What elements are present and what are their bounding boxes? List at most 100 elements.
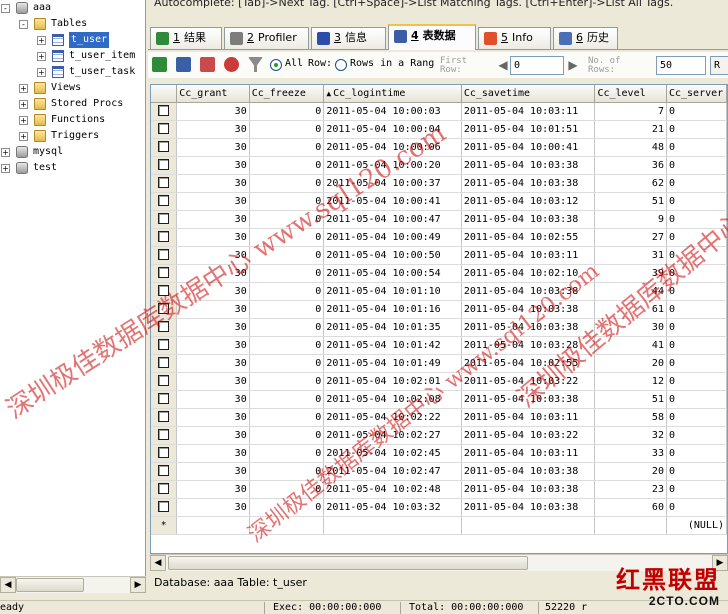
cell-cc-savetime[interactable]: 2011-05-04 10:03:11 [461, 246, 596, 265]
cell-cc-savetime[interactable]: 2011-05-04 10:03:11 [461, 444, 596, 463]
row-checkbox[interactable] [158, 429, 170, 441]
cell-cc-freeze[interactable]: 0 [249, 138, 325, 157]
cell-cc-server[interactable]: 0 [666, 192, 727, 211]
table-row[interactable]: 30 0 2011-05-04 10:03:32 2011-05-04 10:03:3… [151, 498, 727, 517]
cell-cc-logintime[interactable]: 2011-05-04 10:00:04 [323, 120, 462, 139]
column-header-cc-savetime[interactable]: Cc_savetime [461, 85, 596, 103]
cell-cc-level[interactable]: 32 [594, 426, 667, 445]
expand-icon[interactable]: + [1, 148, 10, 157]
expand-icon[interactable]: + [37, 52, 46, 61]
row-selector[interactable] [151, 282, 178, 301]
row-selector[interactable] [151, 426, 178, 445]
table-row[interactable]: 30 0 2011-05-04 10:00:50 2011-05-04 10:03:1… [151, 246, 727, 265]
cell-cc-logintime[interactable]: 2011-05-04 10:00:06 [323, 138, 462, 157]
cell-cc-freeze[interactable]: 0 [249, 480, 325, 499]
row-checkbox[interactable] [158, 141, 170, 153]
cell-cc-level[interactable]: 41 [594, 336, 667, 355]
cell-cc-logintime[interactable]: 2011-05-04 10:02:48 [323, 480, 462, 499]
cell-cc-logintime[interactable]: 2011-05-04 10:00:49 [323, 228, 462, 247]
insert-row-icon[interactable] [152, 57, 167, 72]
cell-cc-level[interactable]: 20 [594, 462, 667, 481]
cell-cc-savetime[interactable]: 2011-05-04 10:03:38 [461, 462, 596, 481]
cell-cc-freeze[interactable]: 0 [249, 444, 325, 463]
row-checkbox[interactable] [158, 447, 170, 459]
cell-cc-logintime[interactable]: 2011-05-04 10:02:27 [323, 426, 462, 445]
row-checkbox[interactable] [158, 375, 170, 387]
cell-cc-logintime[interactable]: 2011-05-04 10:00:37 [323, 174, 462, 193]
expand-icon[interactable]: + [19, 84, 28, 93]
table-row[interactable]: 30 0 2011-05-04 10:01:35 2011-05-04 10:03:3… [151, 318, 727, 337]
row-checkbox[interactable] [158, 483, 170, 495]
cell-cc-freeze[interactable]: 0 [249, 498, 325, 517]
table-row[interactable]: 30 0 2011-05-04 10:01:42 2011-05-04 10:03:2… [151, 336, 727, 355]
table-row[interactable]: 30 0 2011-05-04 10:01:10 2011-05-04 10:03:3… [151, 282, 727, 301]
row-selector[interactable] [151, 390, 178, 409]
table-row[interactable]: 30 0 2011-05-04 10:00:03 2011-05-04 10:03:1… [151, 102, 727, 121]
next-page-icon[interactable]: ▶ [566, 56, 580, 75]
cell-cc-level[interactable]: 9 [594, 210, 667, 229]
scrollbar-thumb[interactable] [168, 556, 528, 570]
cell-cc-freeze[interactable]: 0 [249, 264, 325, 283]
tree-item-stored-procs[interactable]: + Stored Procs [0, 96, 145, 112]
column-header-cc-freeze[interactable]: Cc_freeze [249, 85, 325, 103]
cell-cc-grant[interactable]: 30 [176, 336, 250, 355]
tree-item-t-user-item[interactable]: + t_user_item [0, 48, 145, 64]
cell-cc-server[interactable]: 0 [666, 462, 727, 481]
cell-cc-grant[interactable]: 30 [176, 156, 250, 175]
expand-icon[interactable]: + [37, 68, 46, 77]
tab-1[interactable]: 1 结果 [150, 27, 222, 49]
cell-cc-logintime[interactable]: 2011-05-04 10:01:35 [323, 318, 462, 337]
scroll-left-icon[interactable]: ◀ [150, 555, 166, 571]
cell-cc-savetime[interactable]: 2011-05-04 10:03:38 [461, 174, 596, 193]
collapse-icon[interactable]: - [19, 20, 28, 29]
table-row[interactable]: 30 0 2011-05-04 10:00:37 2011-05-04 10:03:3… [151, 174, 727, 193]
row-checkbox[interactable] [158, 267, 170, 279]
tab-6[interactable]: 6 历史 [553, 27, 618, 49]
cell-cc-savetime[interactable]: 2011-05-04 10:03:38 [461, 390, 596, 409]
cell-cc-grant[interactable]: 30 [176, 228, 250, 247]
cell-cc-freeze[interactable]: 0 [249, 120, 325, 139]
tree-horizontal-scrollbar[interactable]: ◀ ▶ [0, 576, 146, 593]
number-of-rows-input[interactable]: 50 [656, 56, 706, 75]
cell-cc-savetime[interactable]: 2011-05-04 10:03:38 [461, 498, 596, 517]
expand-icon[interactable]: + [19, 132, 28, 141]
cell-cc-grant[interactable]: 30 [176, 138, 250, 157]
cell-cc-logintime[interactable]: 2011-05-04 10:03:32 [323, 498, 462, 517]
cell-cc-logintime[interactable]: 2011-05-04 10:01:16 [323, 300, 462, 319]
row-checkbox[interactable] [158, 501, 170, 513]
cell-cc-logintime[interactable]: 2011-05-04 10:00:47 [323, 210, 462, 229]
cell-cc-grant[interactable]: 30 [176, 264, 250, 283]
cell-cc-level[interactable]: 36 [594, 156, 667, 175]
tree-item-triggers[interactable]: + Triggers [0, 128, 145, 144]
tree-item-t-user-task[interactable]: + t_user_task [0, 64, 145, 80]
cell-cc-freeze[interactable]: 0 [249, 408, 325, 427]
table-row[interactable]: 30 0 2011-05-04 10:01:49 2011-05-04 10:02:5… [151, 354, 727, 373]
filter-icon[interactable] [248, 57, 263, 72]
cell-cc-savetime[interactable]: 2011-05-04 10:03:28 [461, 336, 596, 355]
row-checkbox[interactable] [158, 357, 170, 369]
cell-cc-server[interactable]: 0 [666, 102, 727, 121]
cell-cc-savetime[interactable]: 2011-05-04 10:03:38 [461, 282, 596, 301]
cell-cc-freeze[interactable]: 0 [249, 192, 325, 211]
cell-cc-logintime[interactable]: 2011-05-04 10:00:50 [323, 246, 462, 265]
table-row[interactable]: 30 0 2011-05-04 10:01:16 2011-05-04 10:03:3… [151, 300, 727, 319]
row-checkbox[interactable] [158, 321, 170, 333]
cell-cc-grant[interactable]: 30 [176, 498, 250, 517]
row-checkbox[interactable] [158, 285, 170, 297]
cell-cc-server[interactable]: 0 [666, 408, 727, 427]
cell-cc-level[interactable]: 62 [594, 174, 667, 193]
cell-cc-logintime[interactable]: 2011-05-04 10:01:49 [323, 354, 462, 373]
cell-cc-savetime[interactable]: 2011-05-04 10:03:12 [461, 192, 596, 211]
table-row[interactable]: 30 0 2011-05-04 10:02:27 2011-05-04 10:03:2… [151, 426, 727, 445]
cell-cc-logintime[interactable]: 2011-05-04 10:02:22 [323, 408, 462, 427]
cell-cc-savetime[interactable]: 2011-05-04 10:01:51 [461, 120, 596, 139]
cell-cc-logintime[interactable]: 2011-05-04 10:00:20 [323, 156, 462, 175]
scroll-left-icon[interactable]: ◀ [0, 577, 16, 593]
cell-cc-savetime[interactable]: 2011-05-04 10:03:22 [461, 372, 596, 391]
cell-cc-server[interactable]: 0 [666, 372, 727, 391]
row-selector[interactable] [151, 228, 178, 247]
cell-cc-level[interactable]: 51 [594, 192, 667, 211]
table-row[interactable]: 30 0 2011-05-04 10:00:54 2011-05-04 10:02:1… [151, 264, 727, 283]
row-selector[interactable] [151, 210, 178, 229]
table-row[interactable]: 30 0 2011-05-04 10:00:41 2011-05-04 10:03:1… [151, 192, 727, 211]
